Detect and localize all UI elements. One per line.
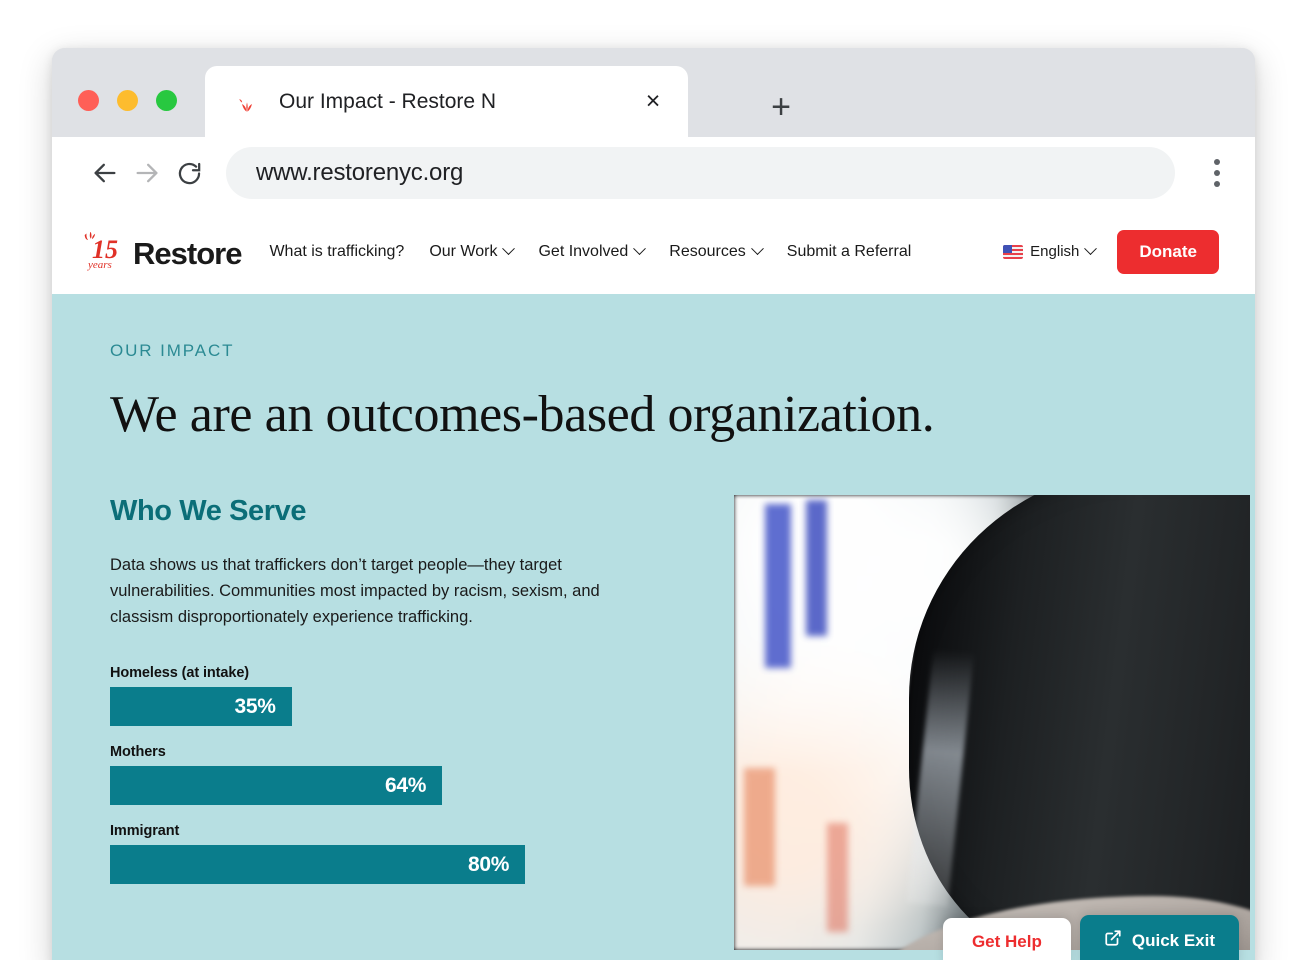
stat-row: Mothers 64% [110,744,682,806]
stat-bar: 64% [110,766,443,806]
stat-track: 64% [110,766,629,806]
stat-label: Mothers [110,744,166,761]
window-zoom-button[interactable] [156,90,177,111]
chevron-down-icon [633,242,647,256]
window-close-button[interactable] [78,90,99,111]
nav-item-submit-a-referral[interactable]: Submit a Referral [787,243,912,261]
svg-text:years: years [87,259,112,271]
browser-window: Our Impact - Restore N × + www.restoreny… [52,48,1255,960]
nav-item-label: Resources [669,242,746,260]
hero-image [734,495,1250,951]
window-traffic-lights [78,90,177,111]
nav-item-label: Submit a Referral [786,242,912,260]
restore-logo-mark: 15 years [76,230,132,274]
close-icon[interactable]: × [640,89,666,115]
site-logo[interactable]: 15 years Restore [72,230,242,274]
url-bar[interactable]: www.restorenyc.org [226,147,1175,199]
get-help-button[interactable]: Get Help [942,918,1071,960]
browser-tab-title: Our Impact - Restore N [279,89,497,113]
forward-arrow-icon[interactable] [126,152,168,194]
us-flag-icon [1003,244,1024,259]
main-navigation: What is trafficking? Our Work Get Involv… [269,242,1003,261]
stat-value: 80% [468,852,510,876]
browser-tab[interactable]: Our Impact - Restore N × [205,66,688,137]
photo-streak [744,768,776,887]
nav-item-what-is-trafficking[interactable]: What is trafficking? [269,243,404,261]
hero-image-column [734,495,1255,951]
chevron-down-icon [502,242,516,256]
who-we-serve-section: Who We Serve Data shows us that traffick… [110,495,682,950]
chevron-down-icon [1084,242,1098,256]
photo-streak [764,504,791,669]
plus-icon[interactable]: + [764,90,798,124]
page-viewport: 15 years Restore What is trafficking? Ou… [52,209,1255,960]
section-body: Data shows us that traffickers don’t tar… [110,556,600,627]
hero-section: OUR IMPACT We are an outcomes-based orga… [52,294,1255,443]
nav-item-our-work[interactable]: Our Work [429,242,516,261]
stat-track: 80% [110,845,629,885]
quick-exit-button[interactable]: Quick Exit [1079,915,1239,960]
stat-label: Homeless (at intake) [110,665,250,682]
nav-item-label: Our Work [429,242,498,260]
red-leaf-icon [235,90,259,114]
stat-row: Homeless (at intake) 35% [110,665,682,727]
page-title: We are an outcomes-based organization. [110,386,935,443]
floating-action-bar: Get Help Quick Exit [942,915,1239,960]
nav-item-resources[interactable]: Resources [669,242,764,261]
stat-bar: 80% [110,845,526,885]
browser-tab-strip: Our Impact - Restore N × + [52,48,1255,137]
site-header: 15 years Restore What is trafficking? Ou… [52,209,1255,294]
header-actions: English Donate [1003,229,1219,274]
reload-icon[interactable] [168,152,210,194]
stat-value: 64% [385,773,427,797]
content-columns: Who We Serve Data shows us that traffick… [52,495,1255,951]
window-minimize-button[interactable] [117,90,138,111]
stat-track: 35% [110,687,629,727]
language-switcher[interactable]: English [1003,242,1098,260]
nav-item-label: Get Involved [538,242,629,260]
back-arrow-icon[interactable] [84,152,126,194]
donate-button[interactable]: Donate [1117,229,1219,274]
language-label: English [1030,243,1080,260]
nav-item-get-involved[interactable]: Get Involved [538,242,647,261]
chevron-down-icon [750,242,764,256]
browser-toolbar: www.restorenyc.org [52,137,1255,209]
three-dots-vertical-icon[interactable] [1197,151,1237,195]
photo-streak [806,499,827,637]
stat-row: Immigrant 80% [110,823,682,885]
nav-item-label: What is trafficking? [269,242,405,260]
photo-streak [826,822,848,932]
impact-bar-chart: Homeless (at intake) 35% Mothers 64% Imm… [110,665,682,885]
site-logo-wordmark: Restore [133,235,242,271]
quick-exit-label: Quick Exit [1131,930,1215,950]
section-title: Who We Serve [110,495,307,528]
stat-value: 35% [234,694,276,718]
page-eyebrow: OUR IMPACT [110,341,235,360]
stat-label: Immigrant [110,823,180,840]
stat-bar: 35% [110,687,292,727]
desktop-backdrop: Our Impact - Restore N × + www.restoreny… [0,0,1302,960]
url-text: www.restorenyc.org [256,159,464,186]
external-link-icon [1104,929,1122,952]
